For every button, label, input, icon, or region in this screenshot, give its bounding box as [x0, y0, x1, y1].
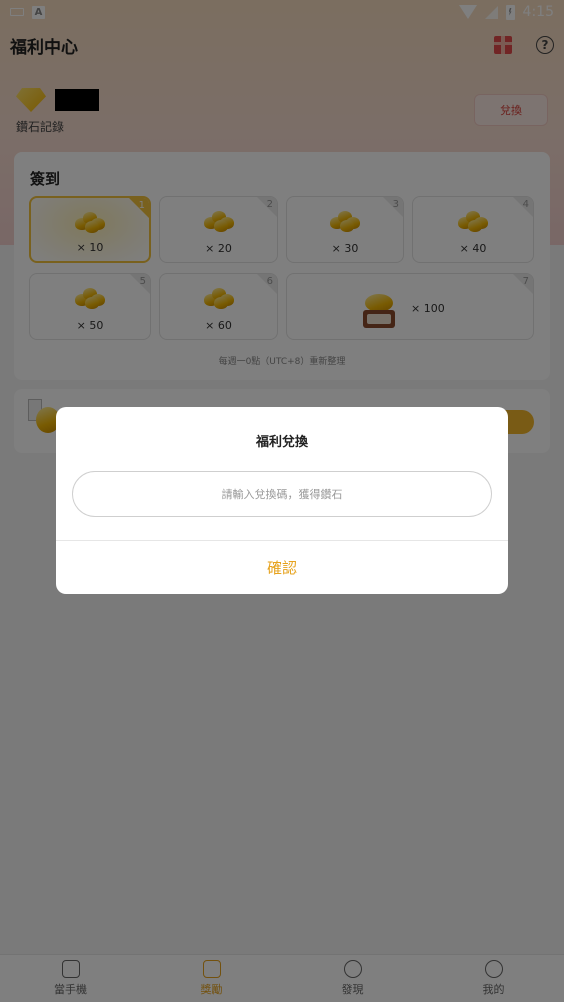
redeem-dialog: 福利兌換 確認	[56, 407, 508, 594]
dialog-title: 福利兌換	[255, 435, 308, 450]
confirm-button[interactable]: 確認	[56, 541, 508, 594]
redeem-code-input[interactable]	[72, 471, 492, 517]
